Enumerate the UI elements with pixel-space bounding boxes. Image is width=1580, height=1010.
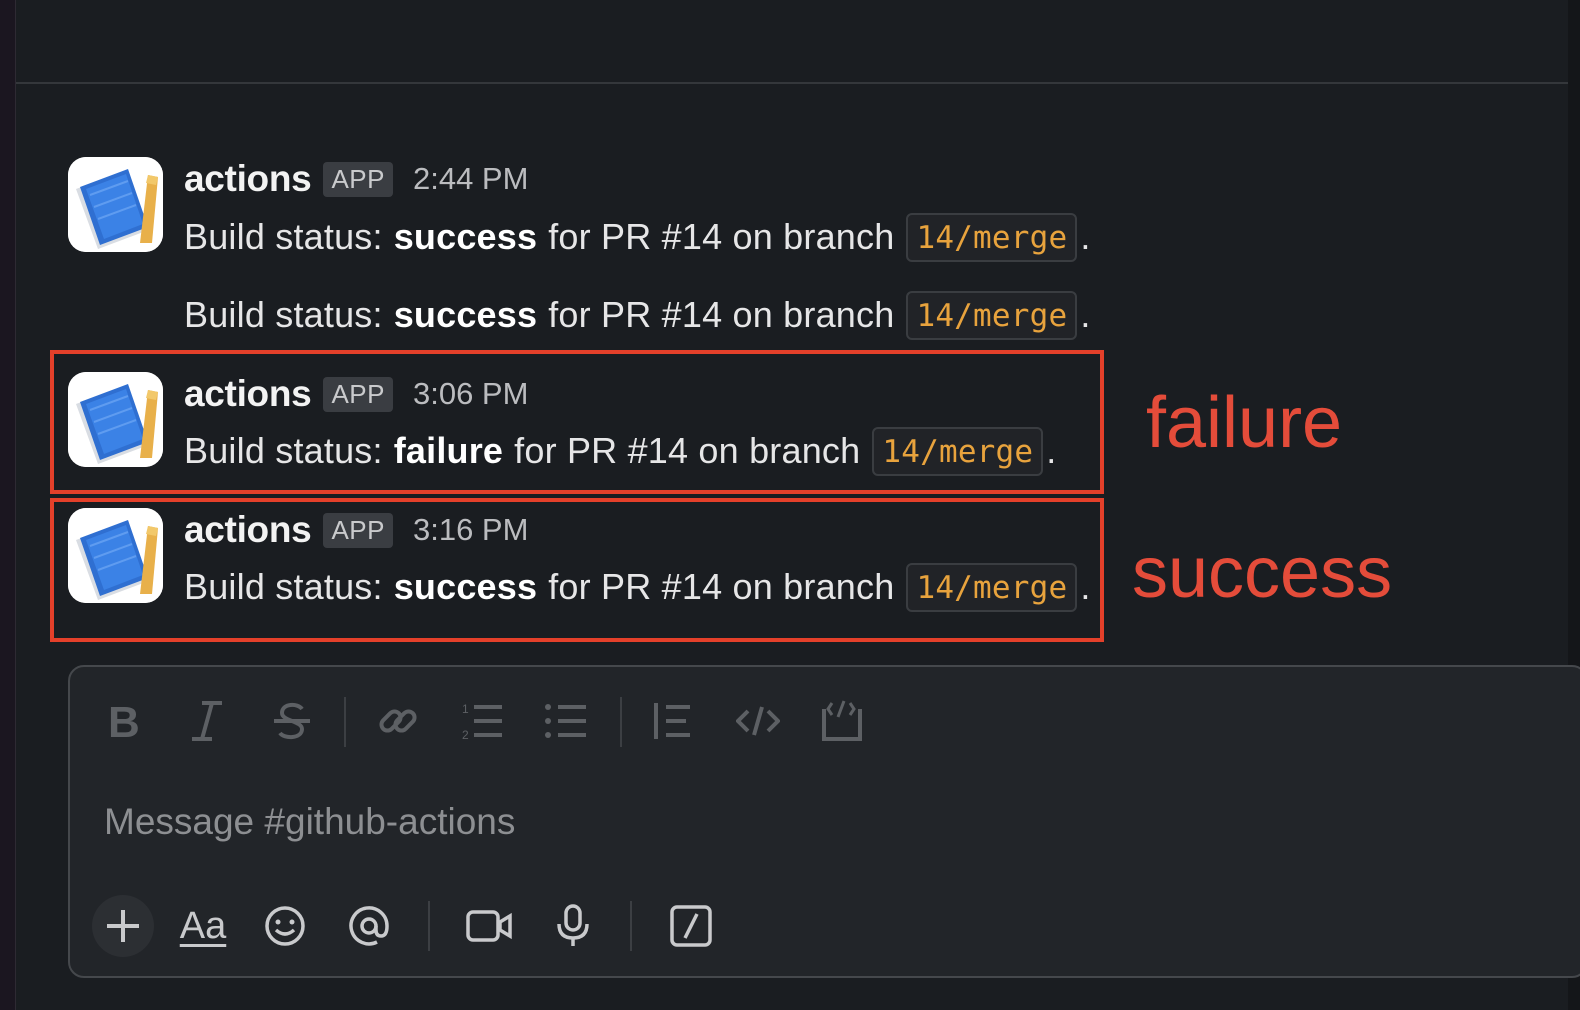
build-status: success xyxy=(393,294,538,335)
branch-code: 14/merge xyxy=(906,290,1078,340)
mention-icon[interactable] xyxy=(338,895,400,957)
italic-icon[interactable] xyxy=(182,695,234,747)
formatting-toolbar: B 12 xyxy=(70,667,1570,777)
success-annotation-label: success xyxy=(1132,533,1393,613)
status-middle: for PR #14 on branch xyxy=(548,294,895,335)
channel-header xyxy=(16,0,1568,84)
bold-icon[interactable]: B xyxy=(98,695,150,747)
message-input[interactable]: Message #github-actions xyxy=(104,801,515,843)
failure-annotation-label: failure xyxy=(1146,383,1343,463)
message-composer[interactable]: B 12 Message #github-actions Aa xyxy=(68,665,1580,978)
build-status: success xyxy=(393,216,538,257)
blockquote-icon[interactable] xyxy=(646,695,698,747)
app-badge: APP xyxy=(323,161,393,197)
toolbar-divider xyxy=(620,697,622,747)
status-prefix: Build status: xyxy=(184,294,383,335)
bulleted-list-icon[interactable] xyxy=(540,695,592,747)
status-middle: for PR #14 on branch xyxy=(548,216,895,257)
plus-icon[interactable] xyxy=(92,895,154,957)
link-icon[interactable] xyxy=(372,695,424,747)
sidebar-edge xyxy=(0,0,16,1010)
code-block-icon[interactable] xyxy=(816,695,868,747)
message-text: Build status: success for PR #14 on bran… xyxy=(184,211,1091,263)
strikethrough-icon[interactable] xyxy=(266,695,318,747)
code-icon[interactable] xyxy=(732,695,784,747)
success-highlight-box xyxy=(50,498,1104,642)
toolbar-divider xyxy=(344,697,346,747)
period: . xyxy=(1080,216,1091,257)
svg-text:2: 2 xyxy=(462,728,469,742)
status-prefix: Build status: xyxy=(184,216,383,257)
text-formatting-icon[interactable]: Aa xyxy=(172,895,234,957)
timestamp[interactable]: 2:44 PM xyxy=(413,161,528,197)
composer-actions: Aa xyxy=(70,887,1570,977)
slack-window: actions APP 2:44 PM Build status: succes… xyxy=(0,0,1580,1010)
video-icon[interactable] xyxy=(458,895,520,957)
svg-text:B: B xyxy=(108,699,140,743)
period: . xyxy=(1080,294,1091,335)
emoji-icon[interactable] xyxy=(254,895,316,957)
text-formatting-label: Aa xyxy=(179,904,227,947)
slash-command-icon[interactable] xyxy=(660,895,722,957)
svg-text:1: 1 xyxy=(462,702,469,716)
notebook-icon xyxy=(68,157,163,252)
ordered-list-icon[interactable]: 12 xyxy=(456,695,508,747)
sender-name[interactable]: actions xyxy=(184,158,312,200)
branch-code: 14/merge xyxy=(906,212,1078,262)
toolbar-divider xyxy=(630,901,632,951)
microphone-icon[interactable] xyxy=(542,895,604,957)
message-text: Build status: success for PR #14 on bran… xyxy=(184,289,1091,341)
failure-highlight-box xyxy=(50,350,1104,494)
actions-app-avatar[interactable] xyxy=(68,157,163,252)
toolbar-divider xyxy=(428,901,430,951)
